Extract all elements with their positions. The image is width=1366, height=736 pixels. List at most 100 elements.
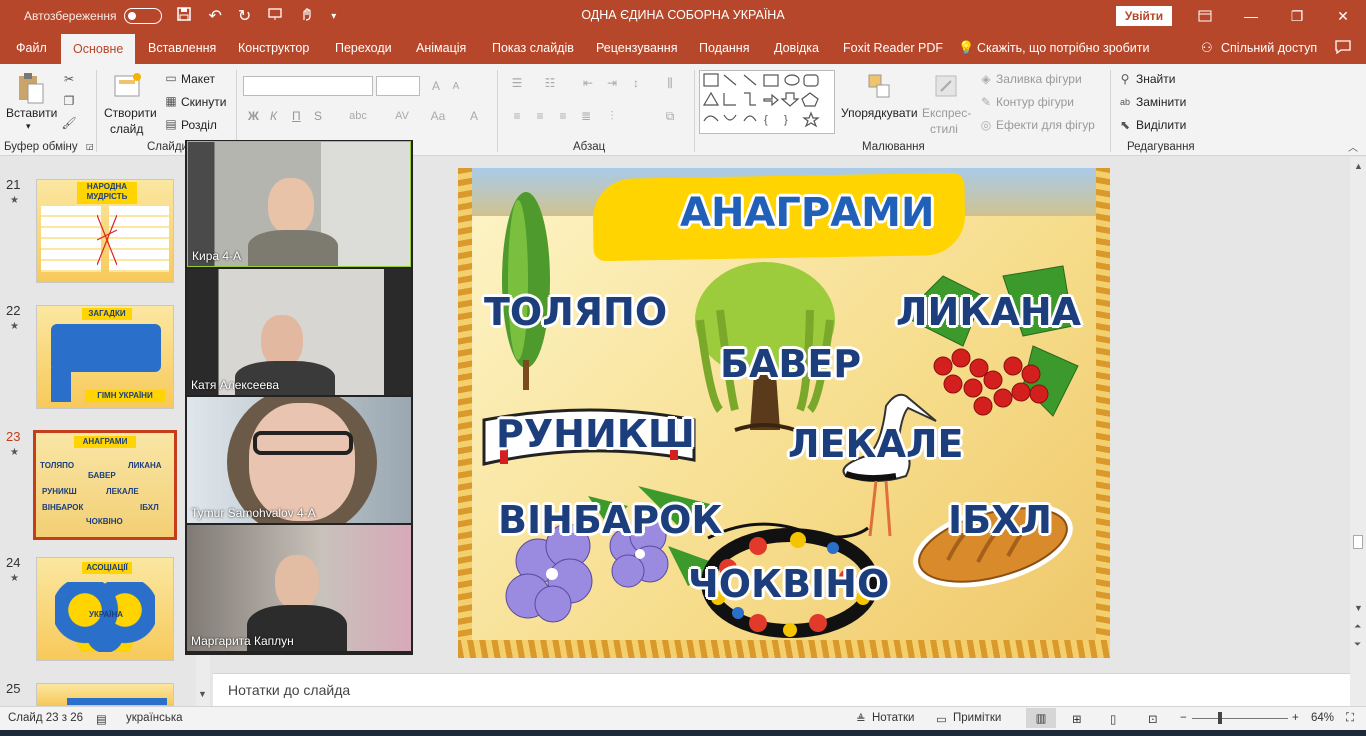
minimize-icon[interactable]: —: [1228, 0, 1274, 32]
bullets-icon[interactable]: ☰: [507, 74, 527, 92]
align-right-icon[interactable]: ≡: [553, 107, 573, 125]
font-name-combobox[interactable]: [243, 76, 373, 96]
bold-button[interactable]: Ж: [248, 109, 259, 123]
tab-animations[interactable]: Анімація: [416, 32, 466, 64]
slide-thumbnail-22[interactable]: ЗАГАДКИ ГІМН УКРАЇНИ: [36, 305, 174, 409]
align-center-icon[interactable]: ≡: [530, 107, 550, 125]
normal-view-icon[interactable]: ▥: [1026, 708, 1056, 728]
zoom-out-icon[interactable]: −: [1180, 712, 1187, 724]
tab-slideshow[interactable]: Показ слайдів: [492, 32, 574, 64]
participant-video-tile[interactable]: Катя Алексеева: [187, 269, 411, 395]
tab-review[interactable]: Рецензування: [596, 32, 677, 64]
tab-foxit[interactable]: Foxit Reader PDF: [843, 32, 943, 64]
find-button[interactable]: Знайти: [1136, 72, 1175, 86]
participant-video-tile[interactable]: Кира 4-А: [187, 141, 411, 267]
tab-insert[interactable]: Вставлення: [148, 32, 216, 64]
present-icon[interactable]: [267, 6, 283, 27]
comments-toggle-icon[interactable]: ▭: [936, 712, 947, 726]
zoom-in-icon[interactable]: +: [1292, 712, 1299, 724]
font-size-combobox[interactable]: [376, 76, 420, 96]
line-spacing-icon[interactable]: ↕: [626, 74, 646, 92]
new-slide-icon[interactable]: [112, 70, 144, 102]
notes-toggle-icon[interactable]: ≜: [856, 712, 866, 726]
slide-canvas[interactable]: АНАГРАМИ ТОЛЯПО БАВЕР ЛИКАНА РУНИКШ ЛЕКА…: [458, 168, 1110, 658]
replace-button[interactable]: Замінити: [1136, 95, 1186, 109]
tell-me-search[interactable]: Скажіть, що потрібно зробити: [977, 32, 1150, 64]
slide-sorter-icon[interactable]: ⊞: [1072, 712, 1082, 726]
char-spacing-icon[interactable]: AV: [382, 107, 422, 125]
participant-video-tile[interactable]: Маргарита Каплун: [187, 525, 411, 651]
format-painter-icon[interactable]: 🖌: [60, 114, 78, 132]
align-left-icon[interactable]: ≡: [507, 107, 527, 125]
arrange-icon[interactable]: [866, 72, 894, 102]
quick-styles-icon[interactable]: [932, 72, 960, 102]
underline-button[interactable]: П: [292, 109, 301, 123]
shadow-button[interactable]: S: [314, 109, 322, 123]
shape-outline-button[interactable]: Контур фігури: [996, 95, 1074, 109]
video-participants-panel[interactable]: Кира 4-А Катя Алексеева Tymur Samohvalov…: [185, 140, 413, 655]
reading-view-icon[interactable]: ▯: [1110, 712, 1116, 726]
section-button[interactable]: Розділ: [181, 118, 217, 132]
tab-home[interactable]: Основне: [61, 32, 136, 64]
slide-thumbnail-21[interactable]: НАРОДНА МУДРІСТЬ: [36, 179, 174, 283]
notes-pane[interactable]: Нотатки до слайда: [213, 673, 1350, 706]
slide-thumbnail-24[interactable]: АСОЦІАЦІЇ УКРАЇНА: [36, 557, 174, 661]
increase-indent-icon[interactable]: ⇥: [602, 74, 622, 92]
numbering-icon[interactable]: ☷: [540, 74, 560, 92]
maximize-icon[interactable]: ❐: [1274, 0, 1320, 32]
save-icon[interactable]: [176, 6, 192, 27]
autosave-toggle[interactable]: [124, 8, 163, 24]
scroll-down-icon[interactable]: ▼: [1354, 603, 1363, 613]
tab-transitions[interactable]: Переходи: [335, 32, 392, 64]
layout-button[interactable]: Макет: [181, 72, 215, 86]
slide-thumbnail-23[interactable]: АНАГРАМИ ТОЛЯПО БАВЕР ЛИКАНА РУНИКШ ЛЕКА…: [33, 430, 177, 540]
undo-icon[interactable]: ↶: [208, 6, 221, 26]
decrease-indent-icon[interactable]: ⇤: [578, 74, 598, 92]
smartart-icon[interactable]: ⧉: [660, 107, 680, 125]
quick-styles-button[interactable]: Експрес-: [922, 106, 971, 120]
language-indicator[interactable]: українська: [126, 712, 183, 724]
clipboard-launcher-icon[interactable]: ◲: [86, 142, 94, 151]
paste-dropdown-icon[interactable]: ▾: [26, 121, 31, 132]
zoom-level[interactable]: 64%: [1311, 712, 1334, 724]
select-button[interactable]: Виділити: [1136, 118, 1186, 132]
spellcheck-icon[interactable]: ▤: [96, 712, 107, 726]
ribbon-display-icon[interactable]: [1182, 0, 1228, 32]
italic-button[interactable]: К: [270, 109, 277, 123]
slide-scrollbar[interactable]: ▲ ▼ ⏶ ⏷: [1350, 157, 1366, 706]
cut-icon[interactable]: ✂: [60, 70, 78, 88]
tab-help[interactable]: Довідка: [774, 32, 819, 64]
paste-button[interactable]: Вставити: [6, 106, 57, 120]
slide-thumbnail-25[interactable]: [36, 683, 174, 706]
scroll-down-icon[interactable]: ▼: [198, 689, 207, 699]
font-color-icon[interactable]: A: [466, 107, 482, 125]
shapes-gallery[interactable]: {}: [699, 70, 835, 134]
fit-slide-icon[interactable]: ⛶: [1346, 712, 1354, 725]
decrease-font-icon[interactable]: A: [448, 76, 464, 96]
participant-video-tile[interactable]: Tymur Samohvalov 4-A: [187, 397, 411, 523]
touch-mode-icon[interactable]: [299, 6, 315, 27]
customize-qat-icon[interactable]: ▾: [331, 11, 336, 22]
zoom-slider-thumb[interactable]: [1218, 712, 1222, 724]
increase-font-icon[interactable]: A: [428, 76, 444, 96]
shape-fill-button[interactable]: Заливка фігури: [996, 72, 1082, 86]
comments-icon[interactable]: [1334, 39, 1352, 58]
redo-icon[interactable]: ↻: [238, 6, 251, 26]
next-slide-icon[interactable]: ⏷: [1354, 639, 1361, 650]
tab-view[interactable]: Подання: [699, 32, 749, 64]
notes-toggle-button[interactable]: Нотатки: [872, 712, 914, 724]
collapse-ribbon-icon[interactable]: ︿: [1346, 140, 1360, 154]
tab-file[interactable]: Файл: [16, 32, 47, 64]
sign-in-button[interactable]: Увійти: [1116, 6, 1172, 26]
reset-button[interactable]: Скинути: [181, 95, 226, 109]
copy-icon[interactable]: ❐: [60, 92, 78, 110]
close-icon[interactable]: ✕: [1320, 0, 1366, 32]
share-button[interactable]: Спільний доступ: [1221, 32, 1317, 64]
slideshow-icon[interactable]: ⊡: [1148, 712, 1158, 726]
justify-icon[interactable]: ≣: [576, 107, 596, 125]
tab-design[interactable]: Конструктор: [238, 32, 309, 64]
distributed-icon[interactable]: ⫶: [602, 107, 622, 125]
columns-icon[interactable]: ⫼: [660, 74, 680, 92]
scroll-up-icon[interactable]: ▲: [1354, 161, 1363, 171]
strikethrough-icon[interactable]: abc: [338, 107, 378, 125]
